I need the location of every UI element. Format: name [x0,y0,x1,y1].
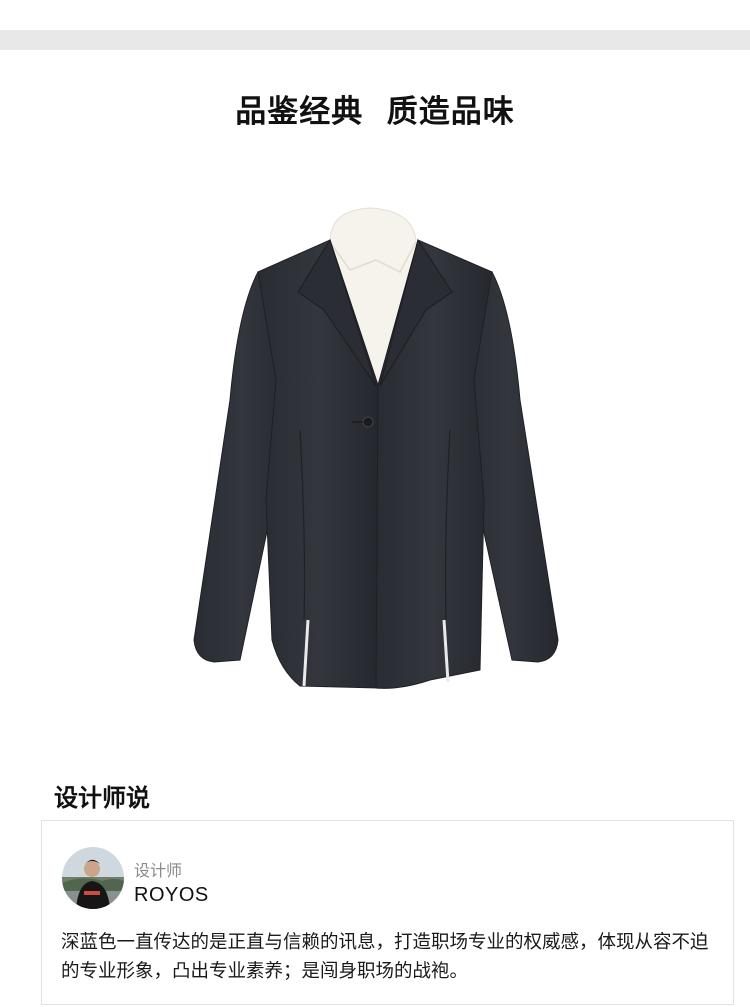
designer-card: 设计师 ROYOS 深蓝色一直传达的是正直与信赖的讯息，打造职场专业的权威感，体… [41,820,734,1005]
designer-avatar [62,847,124,909]
designer-role-label: 设计师 [134,861,183,880]
blazer-illustration [193,207,559,689]
designer-name: ROYOS [134,884,209,906]
navy-blazer-image [180,200,570,700]
page-title: 品鉴经典 质造品味 [235,94,515,130]
designer-section-title: 设计师说 [54,784,150,812]
designer-quote: 深蓝色一直传达的是正直与信赖的讯息，打造职场专业的权威感，体现从容不迫的专业形象… [61,932,709,982]
top-divider-bar [0,30,750,50]
